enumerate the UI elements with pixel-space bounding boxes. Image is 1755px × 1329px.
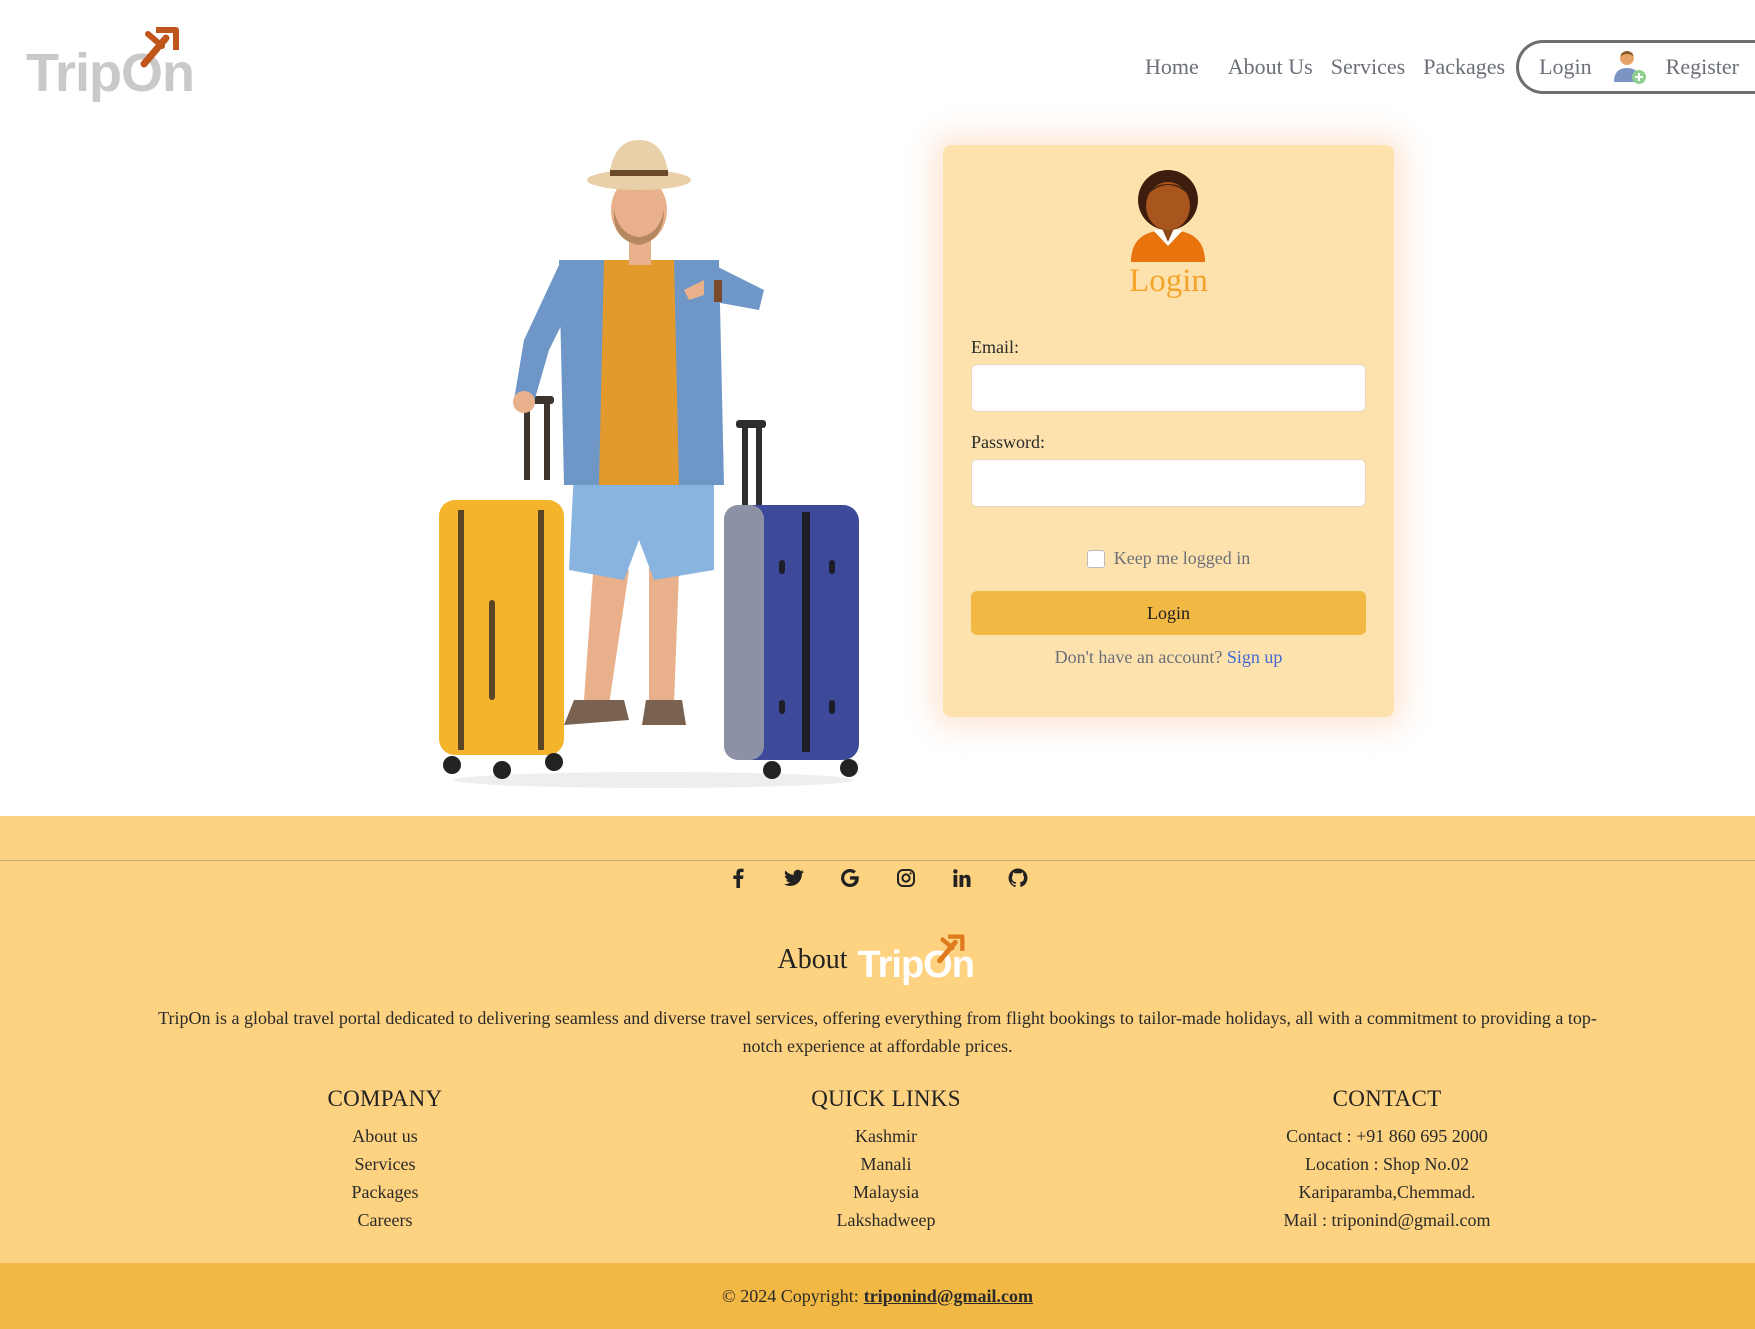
- company-column: COMPANY About us Services Packages Caree…: [205, 1086, 565, 1234]
- about-word: About: [777, 944, 848, 975]
- signup-link[interactable]: Sign up: [1227, 647, 1283, 667]
- nav-services[interactable]: Services: [1331, 54, 1406, 80]
- signup-prompt-text: Don't have an account?: [1054, 647, 1223, 667]
- login-button[interactable]: Login: [971, 591, 1366, 635]
- nav-register[interactable]: Register: [1666, 54, 1739, 80]
- user-avatar-icon: [1131, 170, 1205, 262]
- traveler-with-luggage-image: [439, 140, 859, 788]
- contact-heading: CONTACT: [1332, 1086, 1442, 1111]
- user-add-icon: [1613, 51, 1646, 84]
- nav-home[interactable]: Home: [1145, 54, 1199, 80]
- quick-link-malaysia[interactable]: Malaysia: [706, 1178, 1066, 1206]
- github-icon[interactable]: [990, 858, 1046, 898]
- signup-prompt: Don't have an account? Sign up: [943, 647, 1394, 668]
- plane-icon: [140, 27, 179, 68]
- copyright-bar: © 2024 Copyright: triponind@gmail.com: [0, 1263, 1755, 1329]
- contact-mail: Mail : triponind@gmail.com: [1283, 1210, 1491, 1230]
- instagram-icon[interactable]: [878, 858, 934, 898]
- remember-me-row: Keep me logged in: [943, 548, 1394, 569]
- remember-me-checkbox[interactable]: [1086, 549, 1105, 568]
- quick-link-kashmir[interactable]: Kashmir: [706, 1122, 1066, 1150]
- tripon-logo[interactable]: TripOn: [26, 24, 196, 108]
- contact-location: Location : Shop No.02: [1305, 1154, 1469, 1174]
- twitter-icon[interactable]: [766, 858, 822, 898]
- about-description: TripOn is a global travel portal dedicat…: [158, 1008, 1597, 1056]
- quick-link-manali[interactable]: Manali: [706, 1150, 1066, 1178]
- company-heading: COMPANY: [327, 1086, 443, 1111]
- contact-phone: Contact : +91 860 695 2000: [1286, 1126, 1488, 1146]
- about-heading: About TripOn: [0, 932, 1755, 988]
- contact-address: Kariparamba,Chemmad.: [1298, 1182, 1476, 1202]
- google-icon[interactable]: [822, 858, 878, 898]
- copyright-email-link[interactable]: triponind@gmail.com: [864, 1286, 1033, 1307]
- facebook-icon[interactable]: [710, 858, 766, 898]
- login-card: Login Email: Password: Keep me logged in…: [943, 145, 1394, 717]
- plane-icon: [936, 934, 964, 964]
- site-header: TripOn Home About Us Services Packages L…: [0, 0, 1755, 130]
- main-nav: Home About Us Services Packages Login Re…: [1136, 40, 1755, 94]
- email-field[interactable]: [971, 364, 1366, 412]
- nav-packages[interactable]: Packages: [1423, 54, 1505, 80]
- linkedin-icon[interactable]: [934, 858, 990, 898]
- auth-pill: Login Register: [1516, 40, 1755, 94]
- quick-link-lakshadweep[interactable]: Lakshadweep: [706, 1206, 1066, 1234]
- contact-column: CONTACT Contact : +91 860 695 2000 Locat…: [1207, 1086, 1567, 1234]
- login-title: Login: [1129, 263, 1208, 299]
- nav-about-us[interactable]: About Us: [1228, 54, 1313, 80]
- tripon-footer-logo: TripOn: [858, 932, 978, 988]
- remember-me-label[interactable]: Keep me logged in: [1114, 548, 1250, 569]
- email-label: Email:: [971, 337, 1019, 357]
- quick-links-column: QUICK LINKS Kashmir Manali Malaysia Laks…: [706, 1086, 1066, 1234]
- password-field[interactable]: [971, 459, 1366, 507]
- company-link-services[interactable]: Services: [205, 1150, 565, 1178]
- company-link-packages[interactable]: Packages: [205, 1178, 565, 1206]
- copyright-text: © 2024 Copyright:: [722, 1285, 859, 1306]
- nav-login[interactable]: Login: [1539, 54, 1592, 80]
- quick-links-heading: QUICK LINKS: [811, 1086, 961, 1111]
- site-footer: About TripOn TripOn is a global travel p…: [0, 816, 1755, 1263]
- company-link-careers[interactable]: Careers: [205, 1206, 565, 1234]
- company-link-about-us[interactable]: About us: [205, 1122, 565, 1150]
- password-label: Password:: [971, 432, 1046, 452]
- social-links: [0, 858, 1755, 898]
